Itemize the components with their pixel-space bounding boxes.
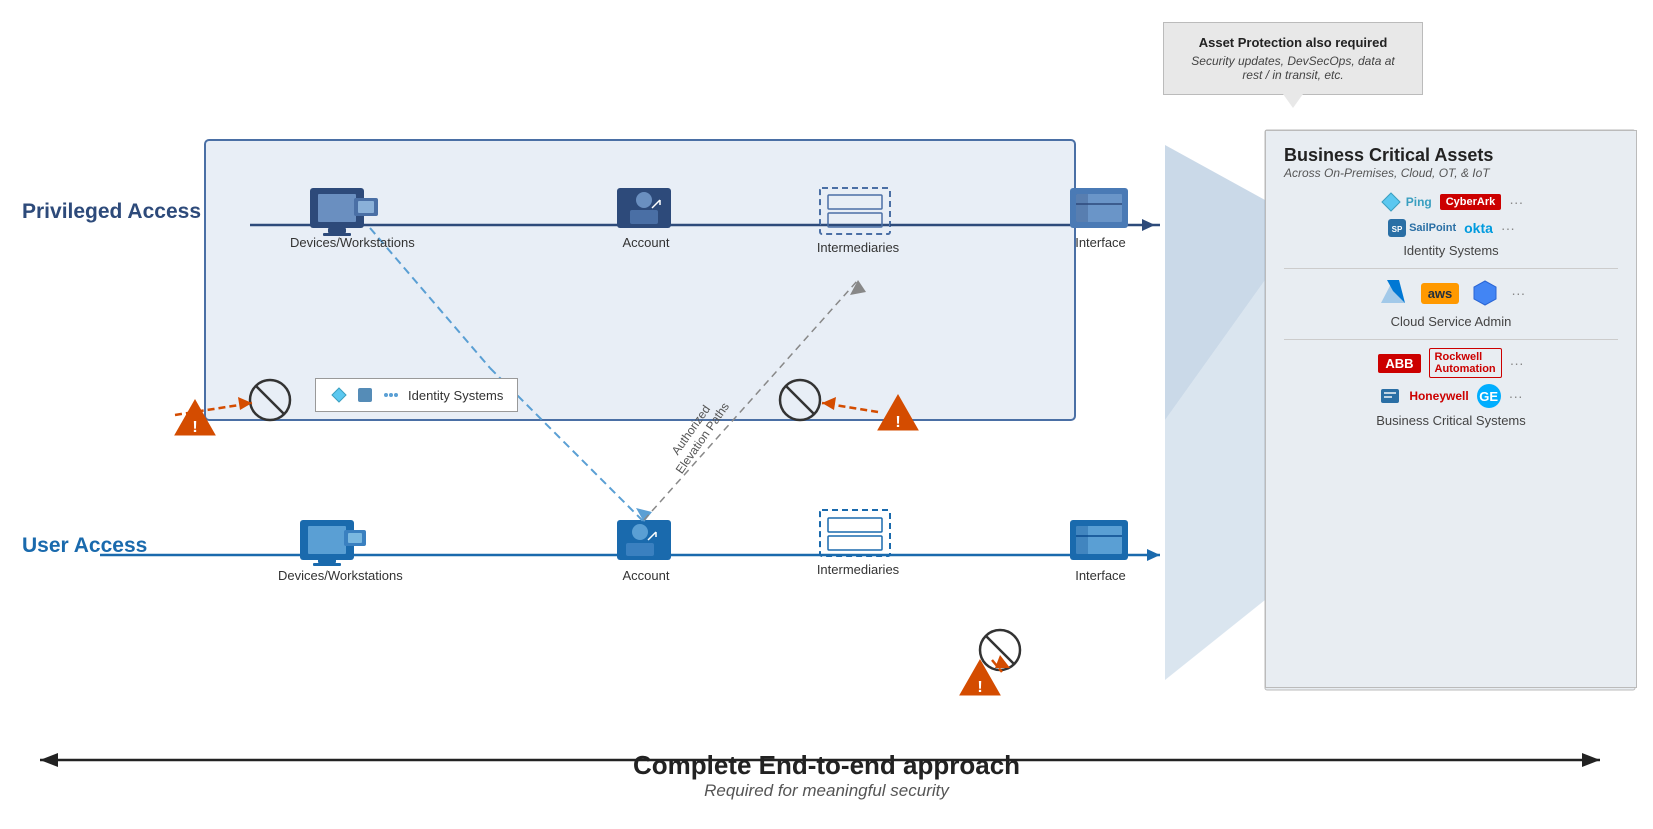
svg-text:!: ! — [192, 419, 197, 436]
user-interface-label: Interface — [1063, 568, 1138, 583]
user-devices-label: Devices/Workstations — [278, 568, 388, 583]
svg-text:!: ! — [977, 679, 982, 696]
bca-identity-label: Identity Systems — [1284, 243, 1618, 258]
identity-systems-popup: Identity Systems — [315, 378, 518, 412]
svg-text:!: ! — [895, 414, 900, 431]
priv-account-label: Account — [616, 235, 676, 250]
bca-subtitle: Across On-Premises, Cloud, OT, & IoT — [1284, 166, 1618, 180]
user-access-label: User Access — [22, 534, 147, 558]
bca-cloud-section: aws ··· Cloud Service Admin — [1284, 277, 1618, 329]
user-account-label: Account — [616, 568, 676, 583]
bca-title: Business Critical Assets — [1284, 145, 1618, 166]
bottom-section: Complete End-to-end approach Required fo… — [0, 750, 1653, 801]
priv-devices-label: Devices/Workstations — [290, 235, 390, 250]
asset-protection-callout: Asset Protection also required Security … — [1163, 22, 1423, 95]
bca-cloud-label: Cloud Service Admin — [1284, 314, 1618, 329]
bca-panel: Business Critical Assets Across On-Premi… — [1265, 130, 1637, 688]
bca-systems-label: Business Critical Systems — [1284, 413, 1618, 428]
priv-intermediaries-label: Intermediaries — [808, 240, 908, 255]
svg-text:SP: SP — [1392, 225, 1403, 234]
bottom-subtitle: Required for meaningful security — [0, 781, 1653, 801]
bottom-title: Complete End-to-end approach — [0, 750, 1653, 781]
bca-systems-section: ABB RockwellAutomation ··· Honeywell GE … — [1284, 348, 1618, 428]
callout-subtitle: Security updates, DevSecOps, data at res… — [1180, 54, 1406, 82]
user-intermediaries-label: Intermediaries — [808, 562, 908, 577]
callout-title: Asset Protection also required — [1180, 35, 1406, 50]
privileged-access-label: Privileged Access — [22, 200, 201, 224]
bca-identity-section: Ping CyberArk ··· SP SailPoint okta ··· … — [1284, 190, 1618, 258]
priv-interface-label: Interface — [1063, 235, 1138, 250]
